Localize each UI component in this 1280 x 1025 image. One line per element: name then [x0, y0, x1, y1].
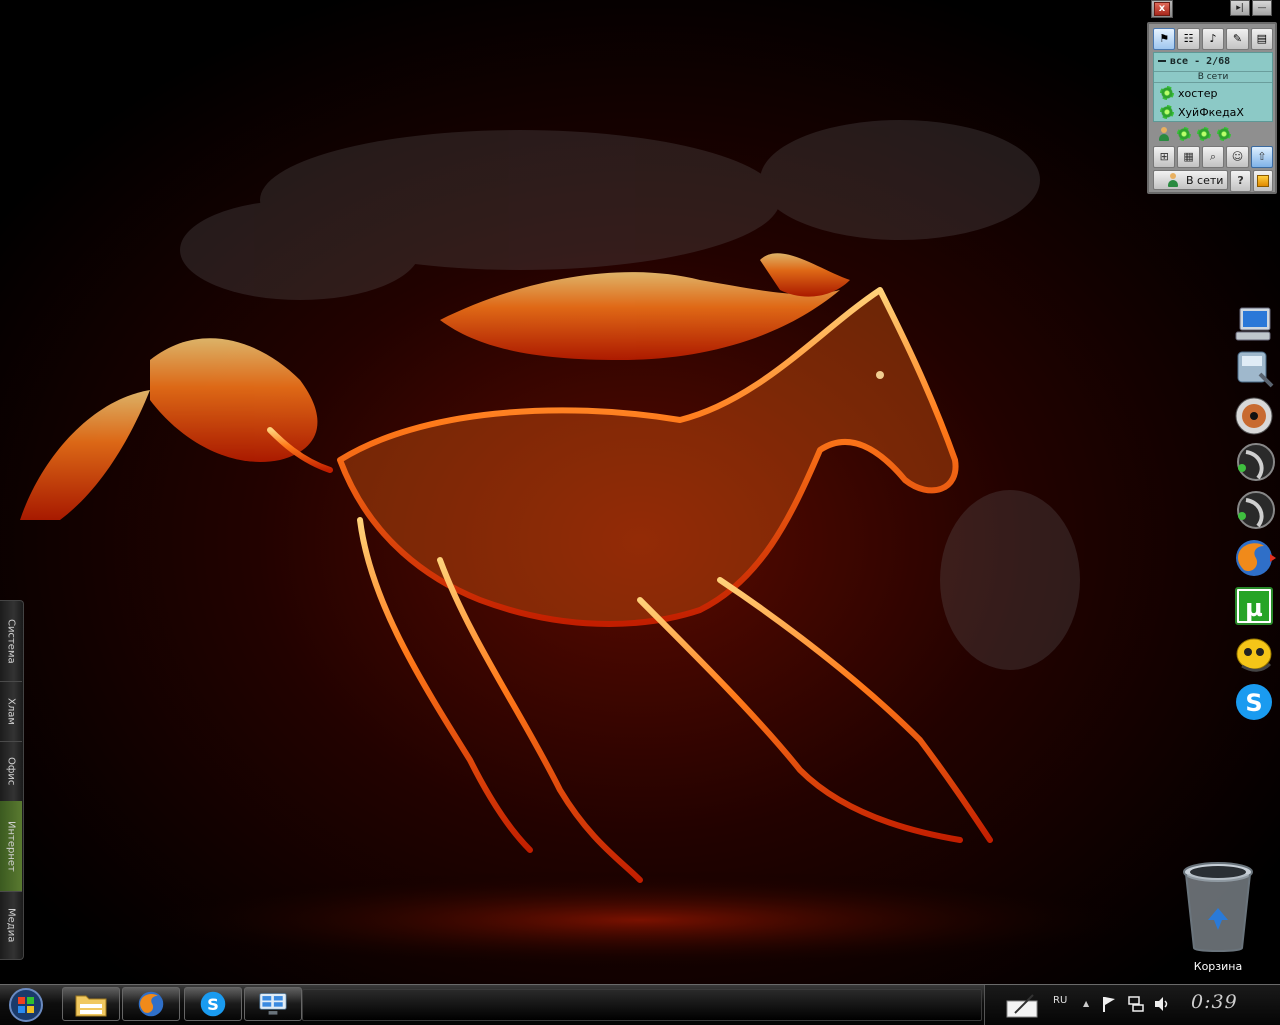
utorrent-icon[interactable]: µ: [1232, 584, 1276, 628]
start-button[interactable]: [4, 987, 48, 1023]
recycle-bin[interactable]: Корзина: [1178, 860, 1258, 976]
qip-bottom-bar: В сети ?: [1153, 170, 1273, 192]
search-icon[interactable]: ⌕: [1201, 146, 1225, 168]
notepad-icon[interactable]: ▤: [1250, 28, 1274, 50]
menu-icon: [1257, 175, 1270, 187]
qip-minimize-button[interactable]: —: [1252, 0, 1272, 16]
qip-contact[interactable]: хостер: [1160, 86, 1217, 100]
qip-pin-button[interactable]: ▸|: [1230, 0, 1250, 16]
volume-icon[interactable]: [1153, 995, 1171, 1013]
ventrilo-icon-2[interactable]: [1232, 488, 1276, 532]
qip-contact-name: ХуйФкедаХ: [1178, 105, 1244, 119]
user-status-icon: [1166, 172, 1180, 188]
notes-icon[interactable]: ✎: [1226, 28, 1249, 50]
side-tab-media[interactable]: Медиа: [0, 891, 22, 959]
taskbar-explorer-button[interactable]: [62, 987, 120, 1021]
calendar-icon[interactable]: ▦: [1177, 146, 1200, 168]
collapse-icon: [1158, 60, 1166, 62]
pen-input-icon[interactable]: [1005, 993, 1039, 1019]
action-center-flag-icon[interactable]: [1101, 995, 1117, 1013]
recycle-bin-label: Корзина: [1193, 960, 1243, 973]
windows-logo-icon[interactable]: ⊞: [1153, 146, 1176, 168]
close-icon: x: [1154, 2, 1170, 16]
icq-status-icon-3[interactable]: [1217, 127, 1231, 141]
taskbar: S RU ▲ 0:39: [0, 984, 1280, 1025]
qip-contact-list: все - 2/68 В сети хостер ХуйФкедаХ: [1153, 52, 1273, 122]
flag-icon[interactable]: ⚑: [1153, 28, 1176, 50]
qip-tab-bar: ⚑ ☷ ♪ ✎ ▤: [1153, 28, 1274, 50]
speaker-icon[interactable]: ♪: [1201, 28, 1225, 50]
firefox-icon: [138, 991, 164, 1017]
side-tab-label: Медиа: [5, 907, 17, 943]
svg-text:S: S: [1245, 689, 1262, 717]
ventrilo-icon[interactable]: [1232, 440, 1276, 484]
desktop-wallpaper: [0, 0, 1280, 984]
qip-contact[interactable]: ХуйФкедаХ: [1160, 105, 1244, 119]
side-tab-strip: Система Хлам Офис Интернет Медиа: [0, 600, 24, 960]
qip-icon[interactable]: [1232, 632, 1276, 676]
control-panel-icon[interactable]: [1232, 346, 1276, 390]
qip-toolbar: ⊞ ▦ ⌕ ☺ ⇧: [1153, 146, 1274, 168]
explorer-icon: [75, 995, 107, 1017]
taskbar-skype-button[interactable]: S: [184, 987, 242, 1021]
network-icon: [259, 992, 287, 1015]
side-tab-internet[interactable]: Интернет: [0, 801, 22, 892]
side-tab-label: Система: [5, 618, 17, 664]
side-tab-khlam[interactable]: Хлам: [0, 681, 22, 742]
online-status-icon: [1160, 105, 1174, 119]
qip-menu-button[interactable]: [1253, 170, 1273, 192]
upload-icon[interactable]: ⇧: [1250, 146, 1274, 168]
qip-group-header[interactable]: все - 2/68: [1158, 56, 1230, 67]
network-status-icon[interactable]: [1127, 995, 1145, 1013]
icq-status-icon-2[interactable]: [1197, 127, 1211, 141]
qip-group-label: все - 2/68: [1170, 56, 1231, 67]
icq-status-icon[interactable]: [1177, 127, 1191, 141]
add-contact-icon[interactable]: ☺: [1226, 146, 1249, 168]
skype-icon[interactable]: S: [1232, 680, 1276, 724]
qip-contact-name: хостер: [1178, 86, 1218, 100]
skype-icon: S: [200, 991, 226, 1017]
help-icon[interactable]: ?: [1229, 170, 1252, 192]
language-indicator[interactable]: RU: [1053, 995, 1067, 1006]
qip-protocol-status-row: [1153, 124, 1273, 144]
system-tray: RU ▲ 0:39: [984, 985, 1280, 1025]
firefox-icon[interactable]: [1232, 536, 1276, 580]
contacts-icon[interactable]: ☷: [1177, 28, 1200, 50]
clock[interactable]: 0:39: [1191, 991, 1238, 1013]
qip-status-button[interactable]: В сети: [1153, 170, 1228, 190]
online-status-icon: [1160, 86, 1174, 100]
side-tab-label: Офис: [5, 756, 17, 786]
qip-status-label: В сети: [1186, 173, 1224, 187]
svg-text:S: S: [207, 995, 219, 1014]
side-tab-label: Интернет: [5, 820, 17, 872]
qip-window-buttons: ▸| —: [1230, 0, 1274, 18]
recycle-bin-icon: [1183, 862, 1253, 952]
qip-messenger-window: ⚑ ☷ ♪ ✎ ▤ все - 2/68 В сети хостер ХуйФк…: [1147, 22, 1277, 194]
show-hidden-icons-button[interactable]: ▲: [1083, 999, 1089, 1008]
side-tab-ofis[interactable]: Офис: [0, 741, 22, 802]
computer-icon[interactable]: [1232, 302, 1276, 346]
qip-subgroup-label: В сети: [1154, 71, 1272, 83]
svg-text:µ: µ: [1245, 594, 1263, 622]
taskbar-window-area: [302, 989, 982, 1021]
qip-close-button[interactable]: x: [1151, 0, 1173, 18]
side-tab-sistema[interactable]: Система: [0, 601, 22, 682]
taskbar-network-button[interactable]: [244, 987, 302, 1021]
taskbar-firefox-button[interactable]: [122, 987, 180, 1021]
side-tab-label: Хлам: [5, 697, 17, 725]
dvd-icon[interactable]: [1232, 394, 1276, 438]
user-icon[interactable]: [1157, 126, 1171, 142]
